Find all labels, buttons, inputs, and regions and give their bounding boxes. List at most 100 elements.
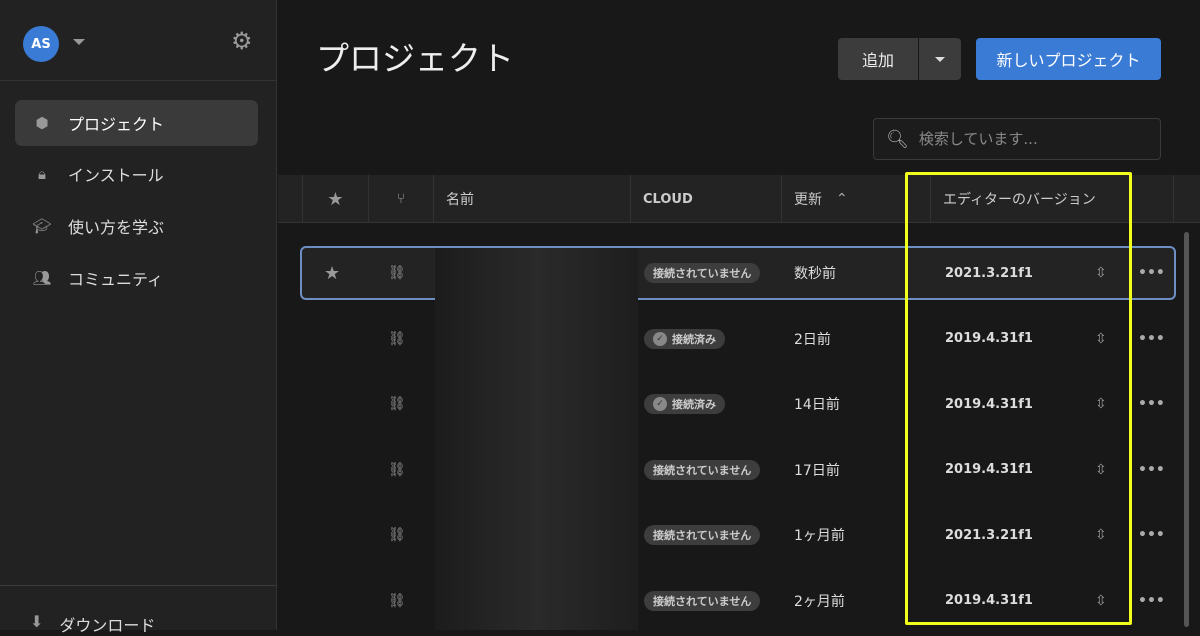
sidebar-item-label: 使い方を学ぶ [68, 218, 165, 237]
cloud-disconnected-link-icon: ⛓︎ [388, 461, 406, 478]
blurred-project-names [435, 248, 638, 630]
editor-version[interactable]: 2019.4.31f1 [945, 377, 1033, 431]
check-icon: ✓ [653, 397, 667, 411]
version-select-icon[interactable]: ⇳ [1095, 443, 1107, 497]
status-badge: ✓ 接続済み [644, 394, 725, 414]
cloud-status-label: 接続されていません [653, 267, 752, 280]
updated-time: 2日前 [794, 331, 831, 348]
download-link[interactable]: ⬇ ダウンロード [30, 612, 155, 636]
sidebar-item-label: コミュニティ [68, 270, 164, 289]
sidebar-item-label: プロジェクト [68, 115, 165, 134]
cloud-status-label: 接続されていません [653, 463, 752, 477]
cloud-status-label: 接続されていません [653, 529, 752, 542]
editor-version[interactable]: 2019.4.31f1 [945, 443, 1033, 497]
table-row[interactable]: ⛓︎ 接続されていません 17日前 2019.4.31f1 ⇳ ••• [300, 443, 1176, 497]
status-badge: 接続されていません [644, 459, 761, 480]
chevron-down-icon [935, 56, 945, 62]
cloud-disconnected-link-icon: ⛓︎ [388, 396, 406, 412]
more-options-icon[interactable]: ••• [1138, 312, 1165, 366]
cloud-status: 接続されていません [644, 508, 761, 562]
new-project-button[interactable]: 新しいプロジェクト [976, 38, 1161, 80]
sidebar-item-label: インストール [68, 166, 164, 185]
sidebar-item-installs[interactable]: 🔒︎ インストール [15, 151, 258, 197]
table-header: ★ ⑂ 名前 CLOUD 更新 ⌃ エディターのバージョン [278, 175, 1200, 223]
page-title: プロジェクト [316, 39, 514, 78]
version-select-icon[interactable]: ⇳ [1095, 377, 1107, 431]
editor-version[interactable]: 2019.4.31f1 [945, 574, 1033, 628]
more-options-icon[interactable]: ••• [1138, 508, 1165, 562]
sort-asc-icon: ⌃ [836, 191, 848, 207]
download-icon: ⬇ [30, 612, 44, 631]
graduation-cap-icon: 🎓︎ [32, 217, 52, 235]
version-select-icon[interactable]: ⇳ [1095, 248, 1107, 298]
name-column-header[interactable]: 名前 [433, 175, 630, 223]
gear-icon[interactable]: ⚙ [231, 29, 253, 53]
table-row[interactable]: ★ ⛓︎ 接続されていません 数秒前 2021.3.21f1 ⇳ ••• [300, 246, 1176, 300]
star-icon: ★ [327, 188, 344, 210]
cloud-status: 接続されていません [644, 248, 761, 298]
cloud-status-label: 接続されていません [653, 594, 752, 608]
scrollbar[interactable] [1184, 232, 1189, 627]
vcs-column-header[interactable]: ⑂ [368, 175, 433, 223]
cloud-status-label: 接続済み [672, 332, 716, 346]
updated-time: 数秒前 [794, 266, 836, 282]
cloud-status: 接続されていません [644, 443, 761, 497]
version-select-icon[interactable]: ⇳ [1095, 312, 1107, 366]
star-column-header[interactable]: ★ [302, 175, 368, 223]
cloud-status: 接続されていません [644, 574, 761, 628]
sidebar-item-community[interactable]: 👥︎ コミュニティ [15, 255, 258, 301]
editor-version[interactable]: 2021.3.21f1 [945, 248, 1033, 298]
check-icon: ✓ [653, 331, 667, 346]
more-options-icon[interactable]: ••• [1138, 574, 1165, 628]
updated-label: 更新 [794, 192, 822, 208]
add-dropdown-button[interactable] [919, 38, 961, 80]
status-badge: 接続されていません [644, 525, 761, 545]
editor-version[interactable]: 2021.3.21f1 [945, 508, 1033, 562]
more-options-icon[interactable]: ••• [1138, 248, 1165, 298]
table-row[interactable]: ⛓︎ 接続されていません 1ヶ月前 2021.3.21f1 ⇳ ••• [300, 508, 1176, 562]
status-badge: 接続されていません [644, 263, 761, 283]
updated-time: 17日前 [794, 462, 840, 479]
divider [0, 585, 277, 586]
cloud-status: ✓ 接続済み [644, 312, 725, 366]
star-icon[interactable]: ★ [324, 248, 340, 298]
people-icon: 👥︎ [32, 269, 52, 287]
cloud-disconnected-link-icon: ⛓︎ [388, 265, 406, 281]
cloud-disconnected-link-icon: ⛓︎ [388, 527, 406, 543]
updated-time: 14日前 [794, 397, 840, 413]
table-row[interactable]: ⛓︎ ✓ 接続済み 2日前 2019.4.31f1 ⇳ ••• [300, 312, 1176, 366]
editor-version-column-header[interactable]: エディターのバージョン [930, 175, 1173, 223]
updated-column-header[interactable]: 更新 ⌃ [781, 175, 930, 223]
status-badge: 接続されていません [644, 590, 761, 611]
cube-icon: ⬢ [35, 114, 49, 132]
table-row[interactable]: ⛓︎ ✓ 接続済み 14日前 2019.4.31f1 ⇳ ••• [300, 377, 1176, 431]
cloud-status: ✓ 接続済み [644, 377, 725, 431]
cloud-column-header[interactable]: CLOUD [630, 175, 781, 223]
sidebar: AS ⚙ ⬢ プロジェクト 🔒︎ インストール 🎓︎ 使い方を学ぶ 👥︎ コミュニティ … [0, 0, 277, 635]
cloud-disconnected-link-icon: ⛓︎ [388, 330, 406, 347]
updated-time: 2ヶ月前 [794, 593, 845, 610]
add-button[interactable]: 追加 [838, 38, 918, 80]
search-icon: 🔍︎ [886, 128, 909, 150]
lock-icon: 🔒︎ [38, 165, 46, 183]
cloud-disconnected-link-icon: ⛓︎ [388, 592, 406, 609]
more-options-icon[interactable]: ••• [1138, 377, 1165, 431]
version-select-icon[interactable]: ⇳ [1095, 574, 1107, 628]
editor-version[interactable]: 2019.4.31f1 [945, 312, 1033, 366]
sidebar-item-projects[interactable]: ⬢ プロジェクト [15, 100, 258, 146]
more-options-icon[interactable]: ••• [1138, 443, 1165, 497]
updated-time: 1ヶ月前 [794, 528, 845, 544]
search-box: 🔍︎ [873, 118, 1161, 160]
avatar[interactable]: AS [23, 26, 59, 62]
divider [0, 80, 277, 81]
branch-icon: ⑂ [396, 191, 406, 207]
account-caret-icon[interactable] [73, 39, 85, 45]
actions-column-header [1173, 175, 1200, 223]
cloud-status-label: 接続済み [672, 398, 716, 411]
table-row[interactable]: ⛓︎ 接続されていません 2ヶ月前 2019.4.31f1 ⇳ ••• [300, 574, 1176, 628]
version-select-icon[interactable]: ⇳ [1095, 508, 1107, 562]
sidebar-item-learn[interactable]: 🎓︎ 使い方を学ぶ [15, 203, 258, 249]
status-badge: ✓ 接続済み [644, 328, 725, 349]
search-input[interactable] [918, 130, 1149, 148]
download-label: ダウンロード [59, 616, 156, 635]
